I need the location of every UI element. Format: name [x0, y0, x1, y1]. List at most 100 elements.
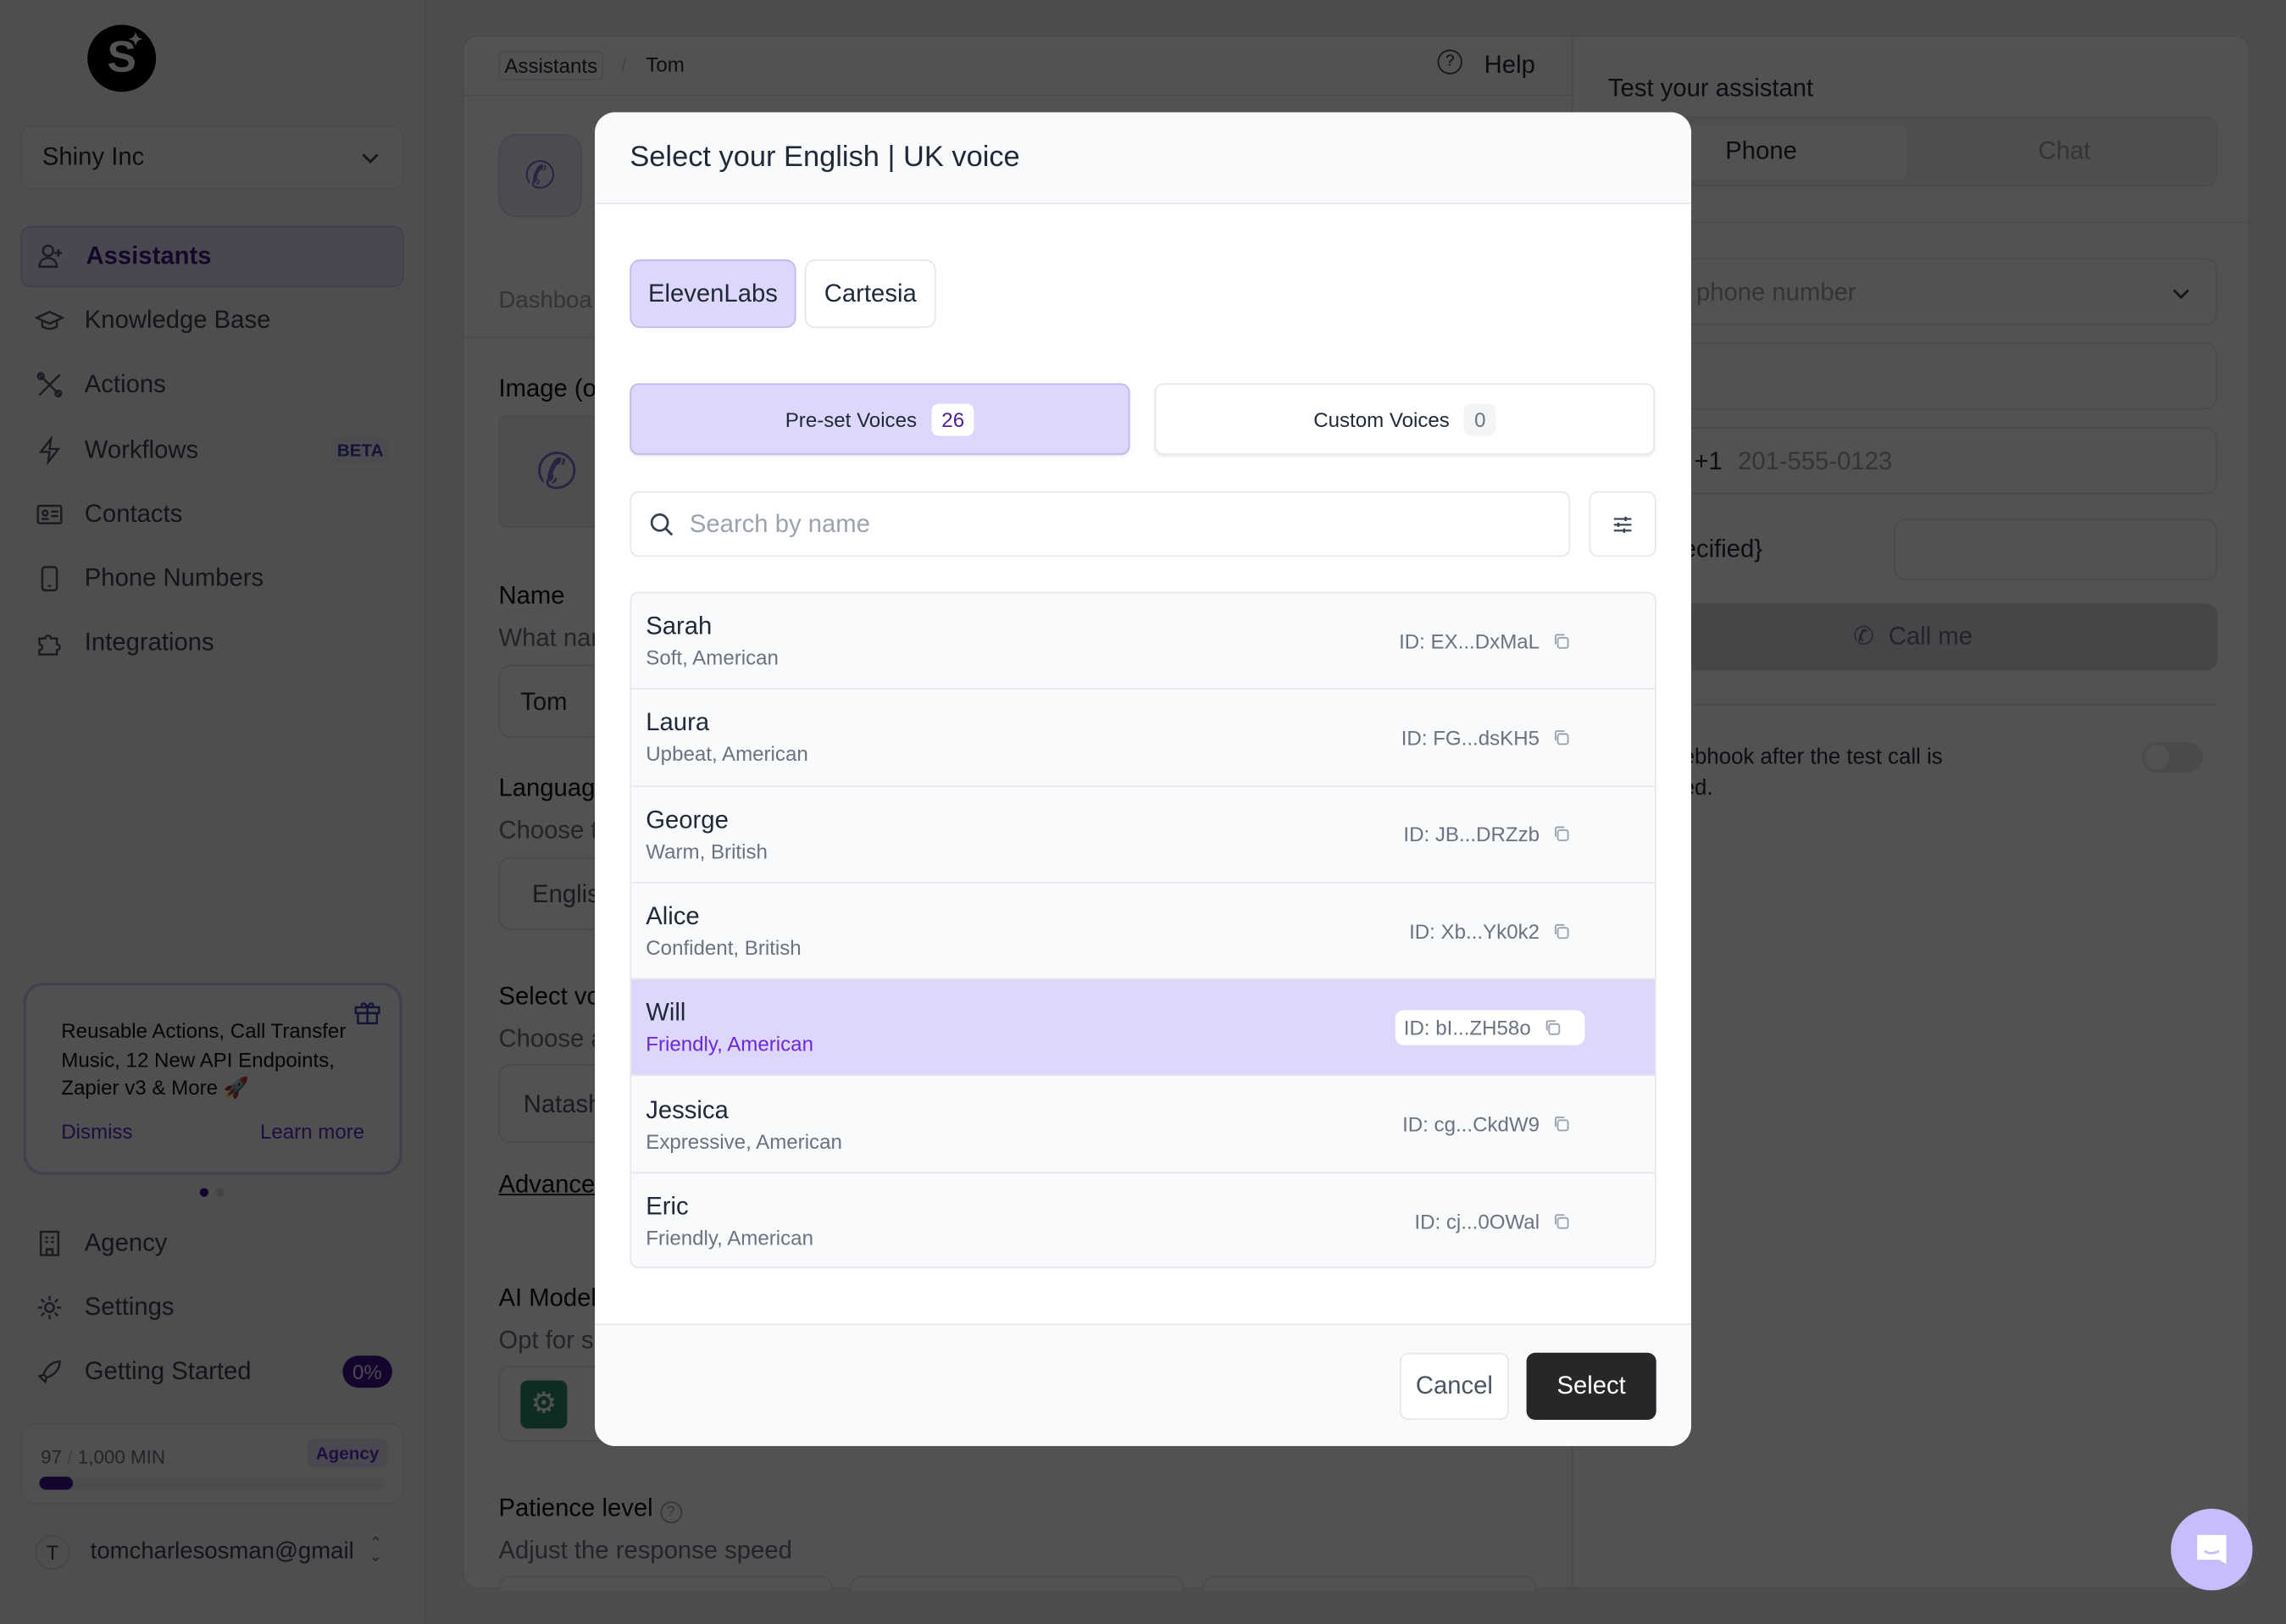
provider-elevenlabs[interactable]: ElevenLabs [630, 259, 796, 329]
test-panel-title: Test your assistant [1607, 74, 1814, 103]
phone-input[interactable]: +1 201-555-0123 [1607, 427, 2218, 495]
voice-name: Laura [646, 709, 710, 737]
select-button[interactable]: Select [1526, 1352, 1656, 1420]
cancel-button[interactable]: Cancel [1399, 1352, 1509, 1420]
search-placeholder: Search by name [689, 509, 870, 538]
filter-button[interactable] [1589, 491, 1656, 557]
sidebar-item-label: Integrations [84, 628, 214, 657]
copy-icon[interactable] [1544, 1018, 1562, 1036]
name-field[interactable] [1607, 342, 2218, 410]
copy-icon[interactable] [1553, 825, 1571, 843]
voice-row[interactable]: Sarah Soft, American ID: EX...DxMaL [631, 593, 1655, 690]
breadcrumb-current: Tom [646, 52, 685, 76]
gear-icon [35, 1294, 64, 1322]
copy-icon[interactable] [1553, 1116, 1571, 1133]
voice-list: Sarah Soft, American ID: EX...DxMaL Laura Up… [630, 591, 1656, 1269]
sidebar-item-agency[interactable]: Agency [20, 1213, 404, 1274]
help-link[interactable]: Help [1484, 51, 1535, 80]
voice-row[interactable]: Will Friendly, American ID: bI...ZH58o [631, 979, 1655, 1077]
voice-id-wrap: ID: cg...CkdW9 [1402, 1077, 1570, 1172]
patience-description: Adjust the response speed [498, 1536, 792, 1565]
contact-card-icon [35, 500, 64, 529]
tools-icon [35, 371, 64, 400]
sidebar-item-contacts[interactable]: Contacts [20, 484, 404, 545]
copy-icon[interactable] [1553, 922, 1571, 939]
announcement-text: Reusable Actions, Call Transfer Music, 1… [61, 1018, 347, 1100]
copy-icon[interactable] [1553, 1212, 1571, 1230]
chevron-up-down-icon[interactable]: ⌃ ⌄ [369, 1536, 382, 1565]
sidebar-item-label: Knowledge Base [84, 306, 271, 335]
image-label: Image (o [498, 374, 596, 402]
usage-total: 1,000 MIN [77, 1445, 166, 1468]
patience-option-high[interactable] [1202, 1576, 1537, 1591]
phone-number-select[interactable]: t phone number [1607, 258, 2218, 325]
name-label: Name [498, 581, 565, 610]
voice-description: Upbeat, American [646, 742, 808, 767]
tab-chat[interactable]: Chat [1918, 124, 2210, 179]
sidebar-item-workflows[interactable]: Workflows BETA [20, 419, 404, 480]
sidebar-item-getting-started[interactable]: Getting Started 0% [20, 1342, 404, 1403]
sidebar-item-label: Settings [84, 1293, 175, 1322]
help-icon[interactable]: ? [1437, 49, 1462, 75]
learn-more-link[interactable]: Learn more [260, 1117, 364, 1146]
copy-icon[interactable] [1553, 729, 1571, 746]
patience-option-medium[interactable] [850, 1576, 1185, 1591]
variable-label: ecified} [1682, 535, 1763, 563]
voice-row[interactable]: Jessica Expressive, American ID: cg...CkdW… [631, 1077, 1655, 1173]
sidebar-item-integrations[interactable]: Integrations [20, 612, 404, 673]
beta-badge: BETA [330, 436, 390, 463]
advanced-settings-link[interactable]: Advance [498, 1171, 595, 1200]
phone-icon: ✆ [1853, 622, 1874, 651]
divider [1607, 704, 2218, 706]
tab-dashboard[interactable]: Dashboa [498, 289, 591, 315]
avatar[interactable]: T [35, 1534, 70, 1571]
carousel-dot[interactable] [215, 1188, 225, 1197]
chat-widget-button[interactable] [2171, 1508, 2253, 1591]
breadcrumb-assistants[interactable]: Assistants [498, 51, 604, 80]
provider-cartesia[interactable]: Cartesia [804, 259, 936, 329]
sidebar-item-actions[interactable]: Actions [20, 355, 404, 416]
sidebar-item-assistants[interactable]: Assistants [20, 225, 404, 287]
sidebar-item-settings[interactable]: Settings [20, 1278, 404, 1339]
voice-name: Eric [646, 1193, 689, 1221]
search-input[interactable]: Search by name [630, 491, 1571, 557]
usage-text: 97 / 1,000 MIN [41, 1446, 165, 1468]
count-badge: 0 [1464, 402, 1496, 435]
patience-option-low[interactable] [498, 1576, 833, 1591]
voice-name: Will [646, 999, 686, 1027]
info-icon[interactable]: ? [659, 1501, 682, 1524]
voice-description: Friendly, American [646, 1226, 813, 1250]
variable-input[interactable] [1894, 518, 2218, 580]
voice-row[interactable]: Eric Friendly, American ID: cj...0OWal [631, 1173, 1655, 1267]
sidebar-item-phone-numbers[interactable]: Phone Numbers [20, 548, 404, 609]
announcement-card: Reusable Actions, Call Transfer Music, 1… [23, 982, 402, 1175]
tab-preset-voices[interactable]: Pre-set Voices 26 [630, 383, 1130, 455]
webhook-toggle[interactable] [2141, 741, 2203, 773]
language-description: Choose t [498, 816, 598, 845]
user-email[interactable]: tomcharlesosman@gmail [91, 1539, 354, 1566]
gift-icon [354, 1002, 380, 1025]
sidebar-item-knowledge-base[interactable]: Knowledge Base [20, 291, 404, 352]
rocket-icon [35, 1358, 64, 1387]
voice-id-wrap: ID: cj...0OWal [1414, 1173, 1571, 1267]
dismiss-link[interactable]: Dismiss [61, 1117, 132, 1146]
country-code[interactable]: +1 [1694, 447, 1722, 476]
voice-description: Choose a [498, 1024, 605, 1053]
modal-footer: Cancel Select [595, 1323, 1692, 1446]
voice-row[interactable]: Alice Confident, British ID: Xb...Yk0k2 [631, 884, 1655, 980]
carousel-dot-active[interactable] [199, 1188, 209, 1197]
logo[interactable]: S ✦ [87, 25, 157, 92]
tab-custom-voices[interactable]: Custom Voices 0 [1154, 383, 1655, 455]
chevron-down-icon [2172, 289, 2189, 299]
voice-id-wrap: ID: EX...DxMaL [1399, 593, 1570, 688]
copy-icon[interactable] [1553, 632, 1571, 650]
plan-badge: Agency [307, 1438, 388, 1468]
org-selector[interactable]: Shiny Inc [20, 125, 404, 190]
voice-row[interactable]: George Warm, British ID: JB...DRZzb [631, 786, 1655, 884]
voice-row[interactable]: Laura Upbeat, American ID: FG...dsKH5 [631, 690, 1655, 787]
voice-id-wrap: ID: Xb...Yk0k2 [1409, 884, 1570, 978]
ai-model-description: Opt for s [498, 1326, 594, 1355]
breadcrumb-bar: Assistants / Tom ? Help [463, 36, 1572, 97]
progress-badge: 0% [341, 1355, 392, 1388]
call-me-button[interactable]: ✆ Call me [1607, 603, 2218, 671]
